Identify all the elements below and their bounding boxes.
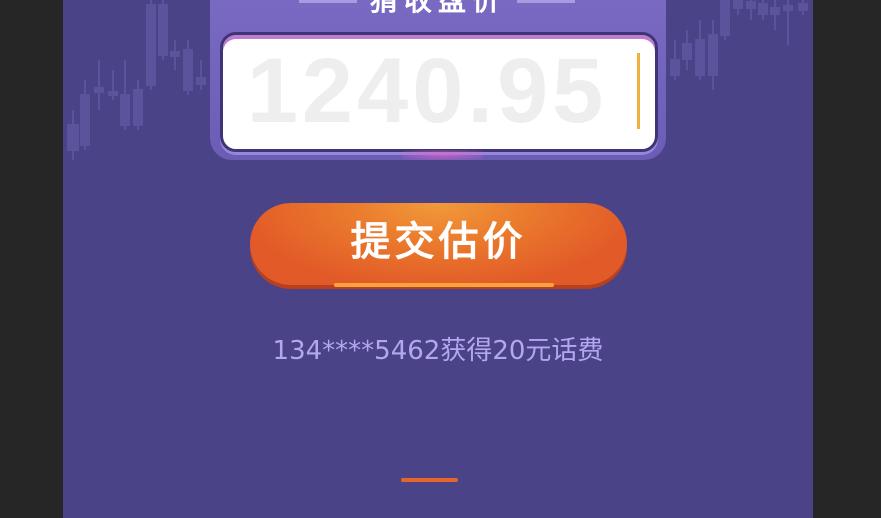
page-title: 猜收盘价 <box>369 0 506 17</box>
button-shine <box>334 283 554 287</box>
text-caret <box>637 53 640 129</box>
input-glow <box>403 150 483 160</box>
submit-estimate-button[interactable]: 提交估价 <box>250 203 627 287</box>
game-panel: 猜收盘价 1240.95 提交估价 134****5462获得20元话费 <box>63 0 813 518</box>
page-indicator <box>401 478 458 482</box>
winner-notice: 134****5462获得20元话费 <box>272 336 604 366</box>
submit-button-label: 提交估价 <box>350 219 527 265</box>
price-input[interactable]: 1240.95 <box>220 32 658 152</box>
price-input-value: 1240.95 <box>246 40 608 142</box>
